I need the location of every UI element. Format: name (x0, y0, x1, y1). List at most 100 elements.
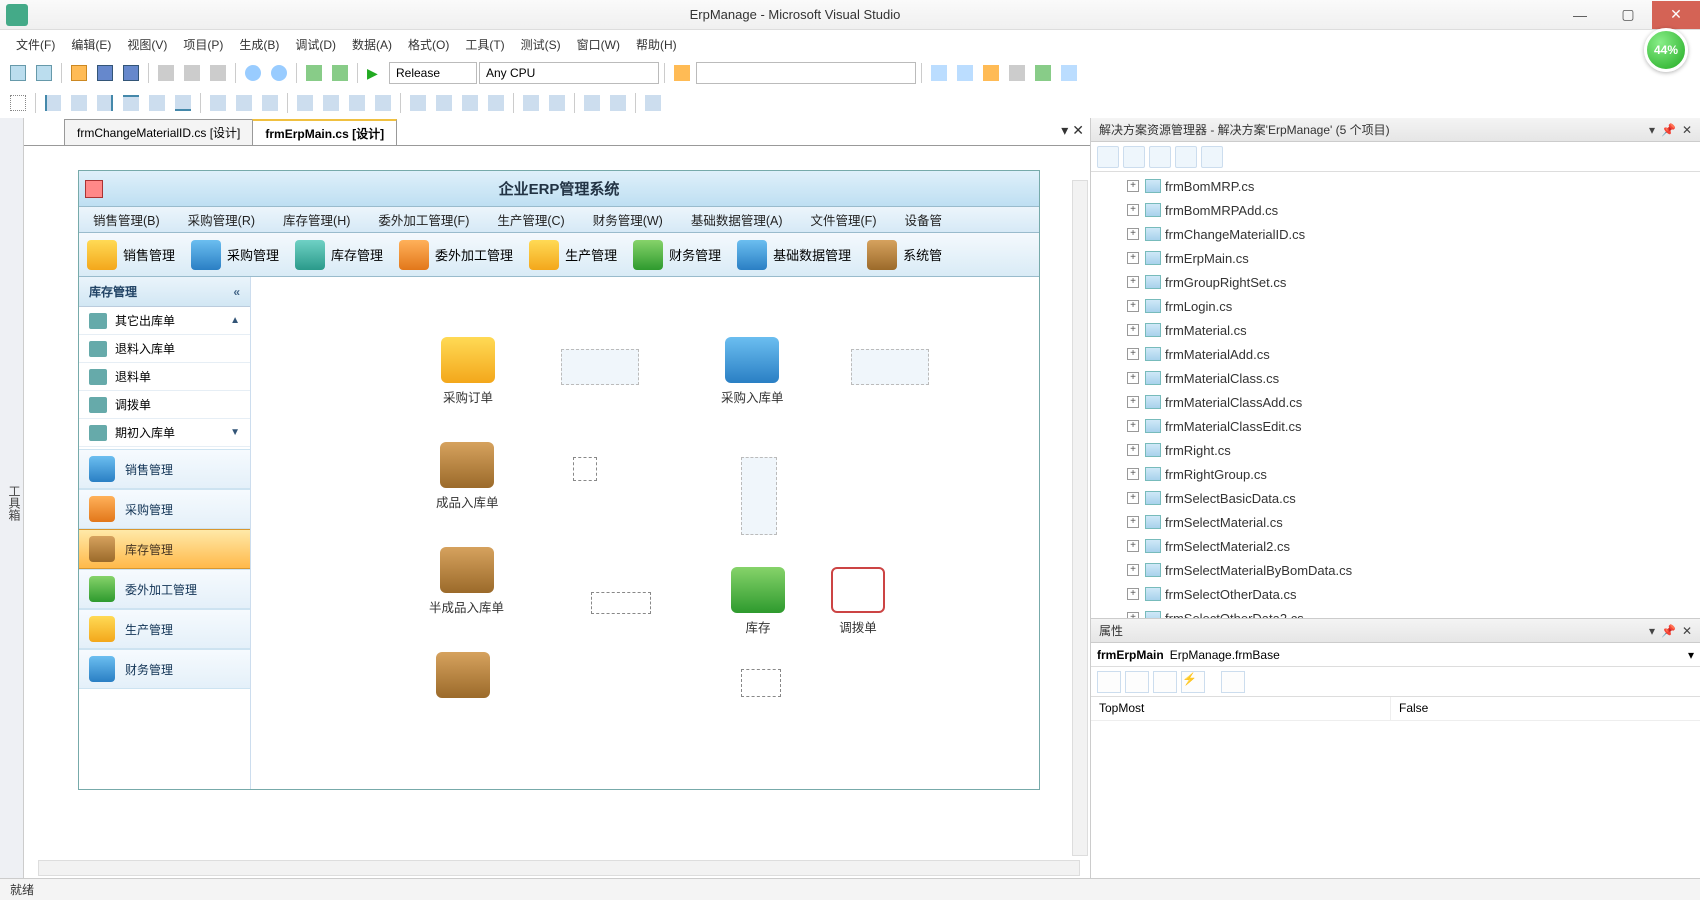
misc-icon-3[interactable] (979, 61, 1003, 85)
tab-dropdown-icon[interactable]: ▾ (1061, 122, 1068, 139)
tree-node[interactable]: +frmMaterialClass.cs (1095, 366, 1696, 390)
center-h-icon[interactable] (519, 91, 543, 115)
erp-toolbar-item[interactable]: 生产管理 (521, 240, 625, 270)
nav-fwd-icon[interactable] (328, 61, 352, 85)
hspace-rem-icon[interactable] (371, 91, 395, 115)
close-panel-icon[interactable]: ✕ (1682, 123, 1692, 137)
menu-edit[interactable]: 编辑(E) (63, 32, 119, 57)
align-center-icon[interactable] (67, 91, 91, 115)
expand-toggle[interactable]: + (1127, 180, 1139, 192)
flow-arrow-down[interactable] (741, 457, 777, 535)
expand-toggle[interactable]: + (1127, 516, 1139, 528)
expand-toggle[interactable]: + (1127, 396, 1139, 408)
sidebar-list-item[interactable]: 退料入库单 (79, 335, 250, 363)
erp-toolbar-item[interactable]: 财务管理 (625, 240, 729, 270)
expand-toggle[interactable]: + (1127, 252, 1139, 264)
menu-window[interactable]: 窗口(W) (569, 32, 628, 57)
erp-menu-outsource[interactable]: 委外加工管理(F) (364, 210, 483, 229)
flow-purchase-order[interactable]: 采购订单 (441, 337, 495, 406)
tree-node[interactable]: +frmChangeMaterialID.cs (1095, 222, 1696, 246)
close-button[interactable]: ✕ (1652, 1, 1700, 29)
sidebar-nav-item[interactable]: 库存管理 (79, 529, 250, 569)
erp-menu-sales[interactable]: 销售管理(B) (79, 210, 174, 229)
pin-icon[interactable]: 📌 (1661, 123, 1676, 137)
menu-file[interactable]: 文件(F) (8, 32, 63, 57)
tree-node[interactable]: +frmSelectMaterial.cs (1095, 510, 1696, 534)
maximize-button[interactable]: ▢ (1604, 1, 1652, 29)
expand-toggle[interactable]: + (1127, 564, 1139, 576)
tree-node[interactable]: +frmMaterialClassEdit.cs (1095, 414, 1696, 438)
tree-node[interactable]: +frmSelectBasicData.cs (1095, 486, 1696, 510)
expand-toggle[interactable]: + (1127, 492, 1139, 504)
expand-toggle[interactable]: + (1127, 276, 1139, 288)
erp-menu-device[interactable]: 设备管 (890, 210, 956, 229)
align-right-icon[interactable] (93, 91, 117, 115)
expand-toggle[interactable]: + (1127, 420, 1139, 432)
align-bottom-icon[interactable] (171, 91, 195, 115)
erp-menu-finance[interactable]: 财务管理(W) (579, 210, 677, 229)
erp-canvas[interactable]: 采购订单 采购入库单 成品入库单 (251, 277, 1039, 789)
align-grid-icon[interactable] (6, 91, 30, 115)
close-panel-icon[interactable]: ✕ (1682, 624, 1692, 638)
expand-toggle[interactable]: + (1127, 228, 1139, 240)
erp-toolbar-item[interactable]: 销售管理 (79, 240, 183, 270)
tree-node[interactable]: +frmErpMain.cs (1095, 246, 1696, 270)
paste-icon[interactable] (206, 61, 230, 85)
horizontal-scrollbar[interactable] (38, 860, 1080, 876)
expand-toggle[interactable]: + (1127, 204, 1139, 216)
flow-semi-in[interactable]: 半成品入库单 (429, 547, 504, 616)
same-size-icon[interactable] (258, 91, 282, 115)
bring-front-icon[interactable] (580, 91, 604, 115)
tree-node[interactable]: +frmBomMRPAdd.cs (1095, 198, 1696, 222)
properties-header[interactable]: 属性 ▾ 📌 ✕ (1091, 619, 1700, 643)
copy-icon[interactable] (180, 61, 204, 85)
toolbox-tab[interactable]: 工具箱 (0, 118, 24, 878)
nav-back-icon[interactable] (302, 61, 326, 85)
sidebar-list-item[interactable]: 其它出库单▲ (79, 307, 250, 335)
erp-toolbar-item[interactable]: 采购管理 (183, 240, 287, 270)
dropdown-icon[interactable]: ▾ (1649, 624, 1655, 638)
expand-icon[interactable]: ▼ (230, 427, 240, 438)
tree-node[interactable]: +frmMaterialClassAdd.cs (1095, 390, 1696, 414)
flow-stock[interactable]: 库存 (731, 567, 785, 636)
menu-format[interactable]: 格式(O) (400, 32, 457, 57)
properties-page-icon[interactable] (1153, 671, 1177, 693)
start-debug-icon[interactable]: ▶ (363, 61, 387, 85)
add-item-icon[interactable] (32, 61, 56, 85)
dropdown-icon[interactable]: ▾ (1649, 123, 1655, 137)
sidebar-nav-item[interactable]: 采购管理 (79, 489, 250, 529)
same-width-icon[interactable] (206, 91, 230, 115)
hspace-dec-icon[interactable] (345, 91, 369, 115)
flow-arrow-right[interactable] (561, 349, 639, 385)
flow-extra[interactable] (436, 652, 490, 702)
expand-toggle[interactable]: + (1127, 468, 1139, 480)
sidebar-list-item[interactable]: 调拨单 (79, 391, 250, 419)
menu-help[interactable]: 帮助(H) (628, 32, 685, 57)
menu-debug[interactable]: 调试(D) (287, 32, 344, 57)
find-icon[interactable] (670, 61, 694, 85)
send-back-icon[interactable] (606, 91, 630, 115)
expand-toggle[interactable]: + (1127, 324, 1139, 336)
vertical-scrollbar[interactable] (1072, 180, 1088, 856)
erp-toolbar-item[interactable]: 基础数据管理 (729, 240, 859, 270)
erp-sidebar-header[interactable]: 库存管理 « (79, 277, 250, 307)
properties-selector[interactable]: frmErpMain ErpManage.frmBase ▾ (1091, 643, 1700, 667)
view-code-icon[interactable] (1175, 146, 1197, 168)
vspace-rem-icon[interactable] (484, 91, 508, 115)
sidebar-nav-item[interactable]: 销售管理 (79, 449, 250, 489)
hspace-eq-icon[interactable] (293, 91, 317, 115)
vspace-inc-icon[interactable] (432, 91, 456, 115)
tree-node[interactable]: +frmMaterial.cs (1095, 318, 1696, 342)
designer-surface[interactable]: 企业ERP管理系统 销售管理(B) 采购管理(R) 库存管理(H) 委外加工管理… (24, 146, 1090, 878)
erp-menu-stock[interactable]: 库存管理(H) (269, 210, 364, 229)
tree-node[interactable]: +frmSelectMaterial2.cs (1095, 534, 1696, 558)
tab-close-icon[interactable]: ✕ (1072, 122, 1084, 139)
solution-explorer-header[interactable]: 解决方案资源管理器 - 解决方案'ErpManage' (5 个项目) ▾ 📌 … (1091, 118, 1700, 142)
new-project-icon[interactable] (6, 61, 30, 85)
refresh-icon[interactable] (1149, 146, 1171, 168)
menu-project[interactable]: 项目(P) (175, 32, 231, 57)
save-icon[interactable] (93, 61, 117, 85)
property-row[interactable]: TopMost False (1091, 697, 1700, 721)
misc-icon-6[interactable] (1057, 61, 1081, 85)
erp-toolbar-item[interactable]: 系统管 (859, 240, 950, 270)
